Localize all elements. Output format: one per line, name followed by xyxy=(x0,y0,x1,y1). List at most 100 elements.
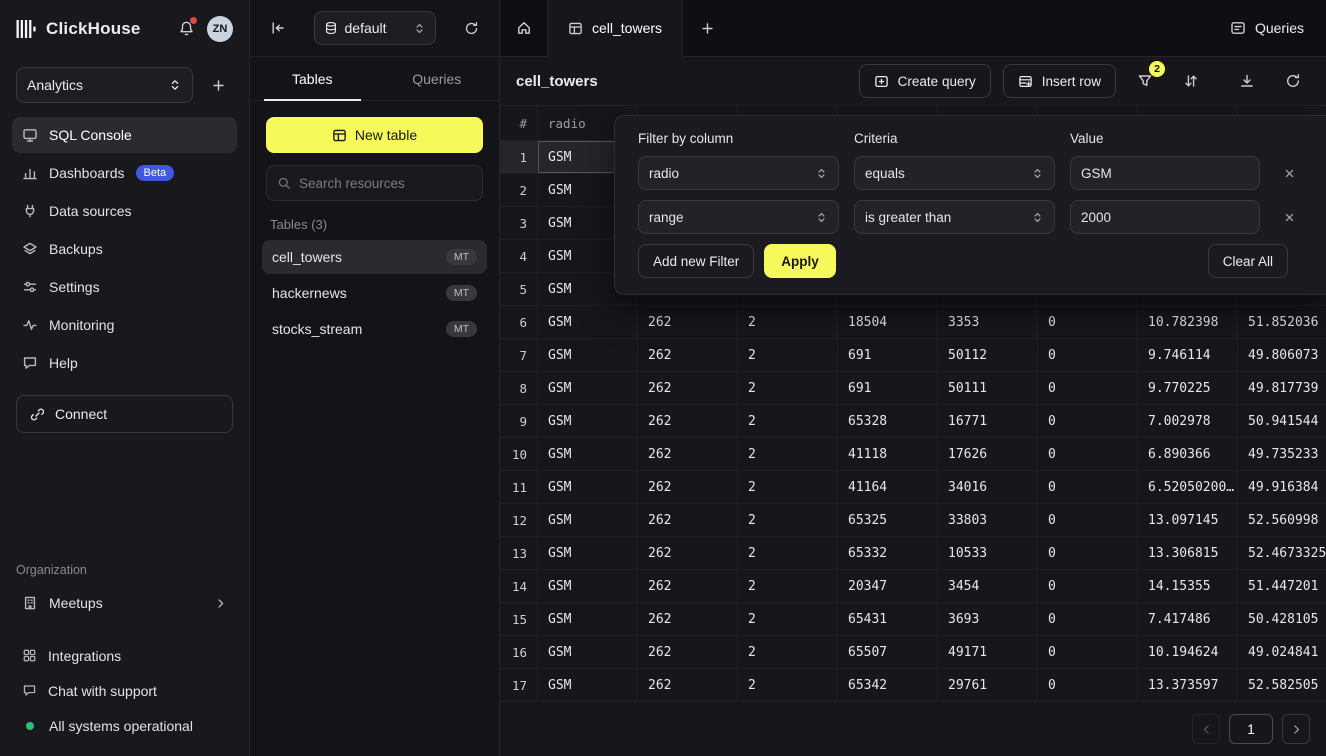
sort-button[interactable] xyxy=(1174,64,1208,98)
cell-radio[interactable]: GSM xyxy=(538,306,638,338)
cell[interactable]: 2 xyxy=(738,306,838,338)
table-row[interactable]: 16 GSM 262 2 65507 49171 0 10.194624 49.… xyxy=(500,636,1326,669)
remove-filter-button[interactable] xyxy=(1275,203,1303,231)
cell[interactable]: 262 xyxy=(638,603,738,635)
row-number-cell[interactable]: 2 xyxy=(500,174,538,206)
cell[interactable]: 65507 xyxy=(838,636,938,668)
cell[interactable]: 49.735233 xyxy=(1238,438,1326,470)
cell-radio[interactable]: GSM xyxy=(538,405,638,437)
cell[interactable]: 14.15355 xyxy=(1138,570,1238,602)
notifications-bell-icon[interactable] xyxy=(175,17,198,40)
cell[interactable]: 0 xyxy=(1038,504,1138,536)
cell[interactable]: 51.447201 xyxy=(1238,570,1326,602)
cell[interactable]: 41118 xyxy=(838,438,938,470)
row-number-cell[interactable]: 16 xyxy=(500,636,538,668)
cell-radio[interactable]: GSM xyxy=(538,339,638,371)
cell[interactable]: 2 xyxy=(738,504,838,536)
cell-radio[interactable]: GSM xyxy=(538,438,638,470)
cell[interactable]: 13.373597 xyxy=(1138,669,1238,701)
download-button[interactable] xyxy=(1230,64,1264,98)
table-row[interactable]: 9 GSM 262 2 65328 16771 0 7.002978 50.94… xyxy=(500,405,1326,438)
filter-criteria-select[interactable]: equals xyxy=(854,156,1055,190)
next-page-button[interactable] xyxy=(1282,714,1310,744)
cell[interactable]: 262 xyxy=(638,669,738,701)
cell[interactable]: 262 xyxy=(638,471,738,503)
cell[interactable]: 262 xyxy=(638,636,738,668)
cell-radio[interactable]: GSM xyxy=(538,537,638,569)
row-number-cell[interactable]: 17 xyxy=(500,669,538,701)
cell-radio[interactable]: GSM xyxy=(538,603,638,635)
row-number-cell[interactable]: 6 xyxy=(500,306,538,338)
cell[interactable]: 2 xyxy=(738,537,838,569)
table-list-item[interactable]: cell_towers MT xyxy=(262,240,487,274)
cell-radio[interactable]: GSM xyxy=(538,471,638,503)
previous-page-button[interactable] xyxy=(1192,714,1220,744)
cell-radio[interactable]: GSM xyxy=(538,636,638,668)
cell[interactable]: 50.428105 xyxy=(1238,603,1326,635)
cell[interactable]: 9.770225 xyxy=(1138,372,1238,404)
cell[interactable]: 49.806073 xyxy=(1238,339,1326,371)
table-list-item[interactable]: hackernews MT xyxy=(262,276,487,310)
cell[interactable]: 65332 xyxy=(838,537,938,569)
cell[interactable]: 0 xyxy=(1038,438,1138,470)
cell[interactable]: 2 xyxy=(738,669,838,701)
cell[interactable]: 50.941544 xyxy=(1238,405,1326,437)
cell[interactable]: 262 xyxy=(638,405,738,437)
table-row[interactable]: 11 GSM 262 2 41164 34016 0 6.52050200… 4… xyxy=(500,471,1326,504)
cell[interactable]: 41164 xyxy=(838,471,938,503)
cell-radio[interactable]: GSM xyxy=(538,372,638,404)
refresh-data-button[interactable] xyxy=(1276,64,1310,98)
cell[interactable]: 262 xyxy=(638,537,738,569)
cell[interactable]: 262 xyxy=(638,372,738,404)
cell[interactable]: 17626 xyxy=(938,438,1038,470)
filter-value-input[interactable] xyxy=(1070,156,1260,190)
cell[interactable]: 7.002978 xyxy=(1138,405,1238,437)
row-number-cell[interactable]: 3 xyxy=(500,207,538,239)
cell[interactable]: 0 xyxy=(1038,570,1138,602)
cell[interactable]: 10.194624 xyxy=(1138,636,1238,668)
cell[interactable]: 0 xyxy=(1038,306,1138,338)
search-resources-input[interactable] xyxy=(299,176,476,191)
filter-column-select[interactable]: range xyxy=(638,200,839,234)
home-tab[interactable] xyxy=(500,0,548,56)
cell[interactable]: 0 xyxy=(1038,372,1138,404)
cell[interactable]: 49.916384 xyxy=(1238,471,1326,503)
tab-cell-towers[interactable]: cell_towers xyxy=(548,0,683,57)
row-number-cell[interactable]: 8 xyxy=(500,372,538,404)
cell[interactable]: 3454 xyxy=(938,570,1038,602)
new-tab-button[interactable] xyxy=(683,0,731,56)
cell[interactable]: 20347 xyxy=(838,570,938,602)
cell[interactable]: 0 xyxy=(1038,669,1138,701)
filter-criteria-select[interactable]: is greater than xyxy=(854,200,1055,234)
cell[interactable]: 2 xyxy=(738,636,838,668)
row-number-cell[interactable]: 14 xyxy=(500,570,538,602)
row-number-cell[interactable]: 5 xyxy=(500,273,538,305)
table-row[interactable]: 13 GSM 262 2 65332 10533 0 13.306815 52.… xyxy=(500,537,1326,570)
cell[interactable]: 65328 xyxy=(838,405,938,437)
cell[interactable]: 3693 xyxy=(938,603,1038,635)
cell[interactable]: 2 xyxy=(738,339,838,371)
cell-radio[interactable]: GSM xyxy=(538,570,638,602)
cell[interactable]: 691 xyxy=(838,339,938,371)
new-table-button[interactable]: New table xyxy=(266,117,483,153)
row-number-cell[interactable]: 11 xyxy=(500,471,538,503)
cell[interactable]: 13.306815 xyxy=(1138,537,1238,569)
cell[interactable]: 2 xyxy=(738,372,838,404)
sidebar-item-dashboards[interactable]: Dashboards Beta xyxy=(12,155,237,191)
cell[interactable]: 9.746114 xyxy=(1138,339,1238,371)
cell[interactable]: 0 xyxy=(1038,471,1138,503)
cell[interactable]: 52.560998 xyxy=(1238,504,1326,536)
cell[interactable]: 691 xyxy=(838,372,938,404)
footer-item-integrations[interactable]: Integrations xyxy=(12,639,237,672)
cell[interactable]: 49.817739 xyxy=(1238,372,1326,404)
cell[interactable]: 0 xyxy=(1038,405,1138,437)
clear-all-filters-button[interactable]: Clear All xyxy=(1208,244,1288,278)
connect-button[interactable]: Connect xyxy=(16,395,233,433)
status-row[interactable]: All systems operational xyxy=(12,709,237,742)
filter-button[interactable]: 2 xyxy=(1128,64,1162,98)
sidebar-item-data-sources[interactable]: Data sources xyxy=(12,193,237,229)
cell[interactable]: 3353 xyxy=(938,306,1038,338)
cell[interactable]: 7.417486 xyxy=(1138,603,1238,635)
cell[interactable]: 65431 xyxy=(838,603,938,635)
cell[interactable]: 34016 xyxy=(938,471,1038,503)
